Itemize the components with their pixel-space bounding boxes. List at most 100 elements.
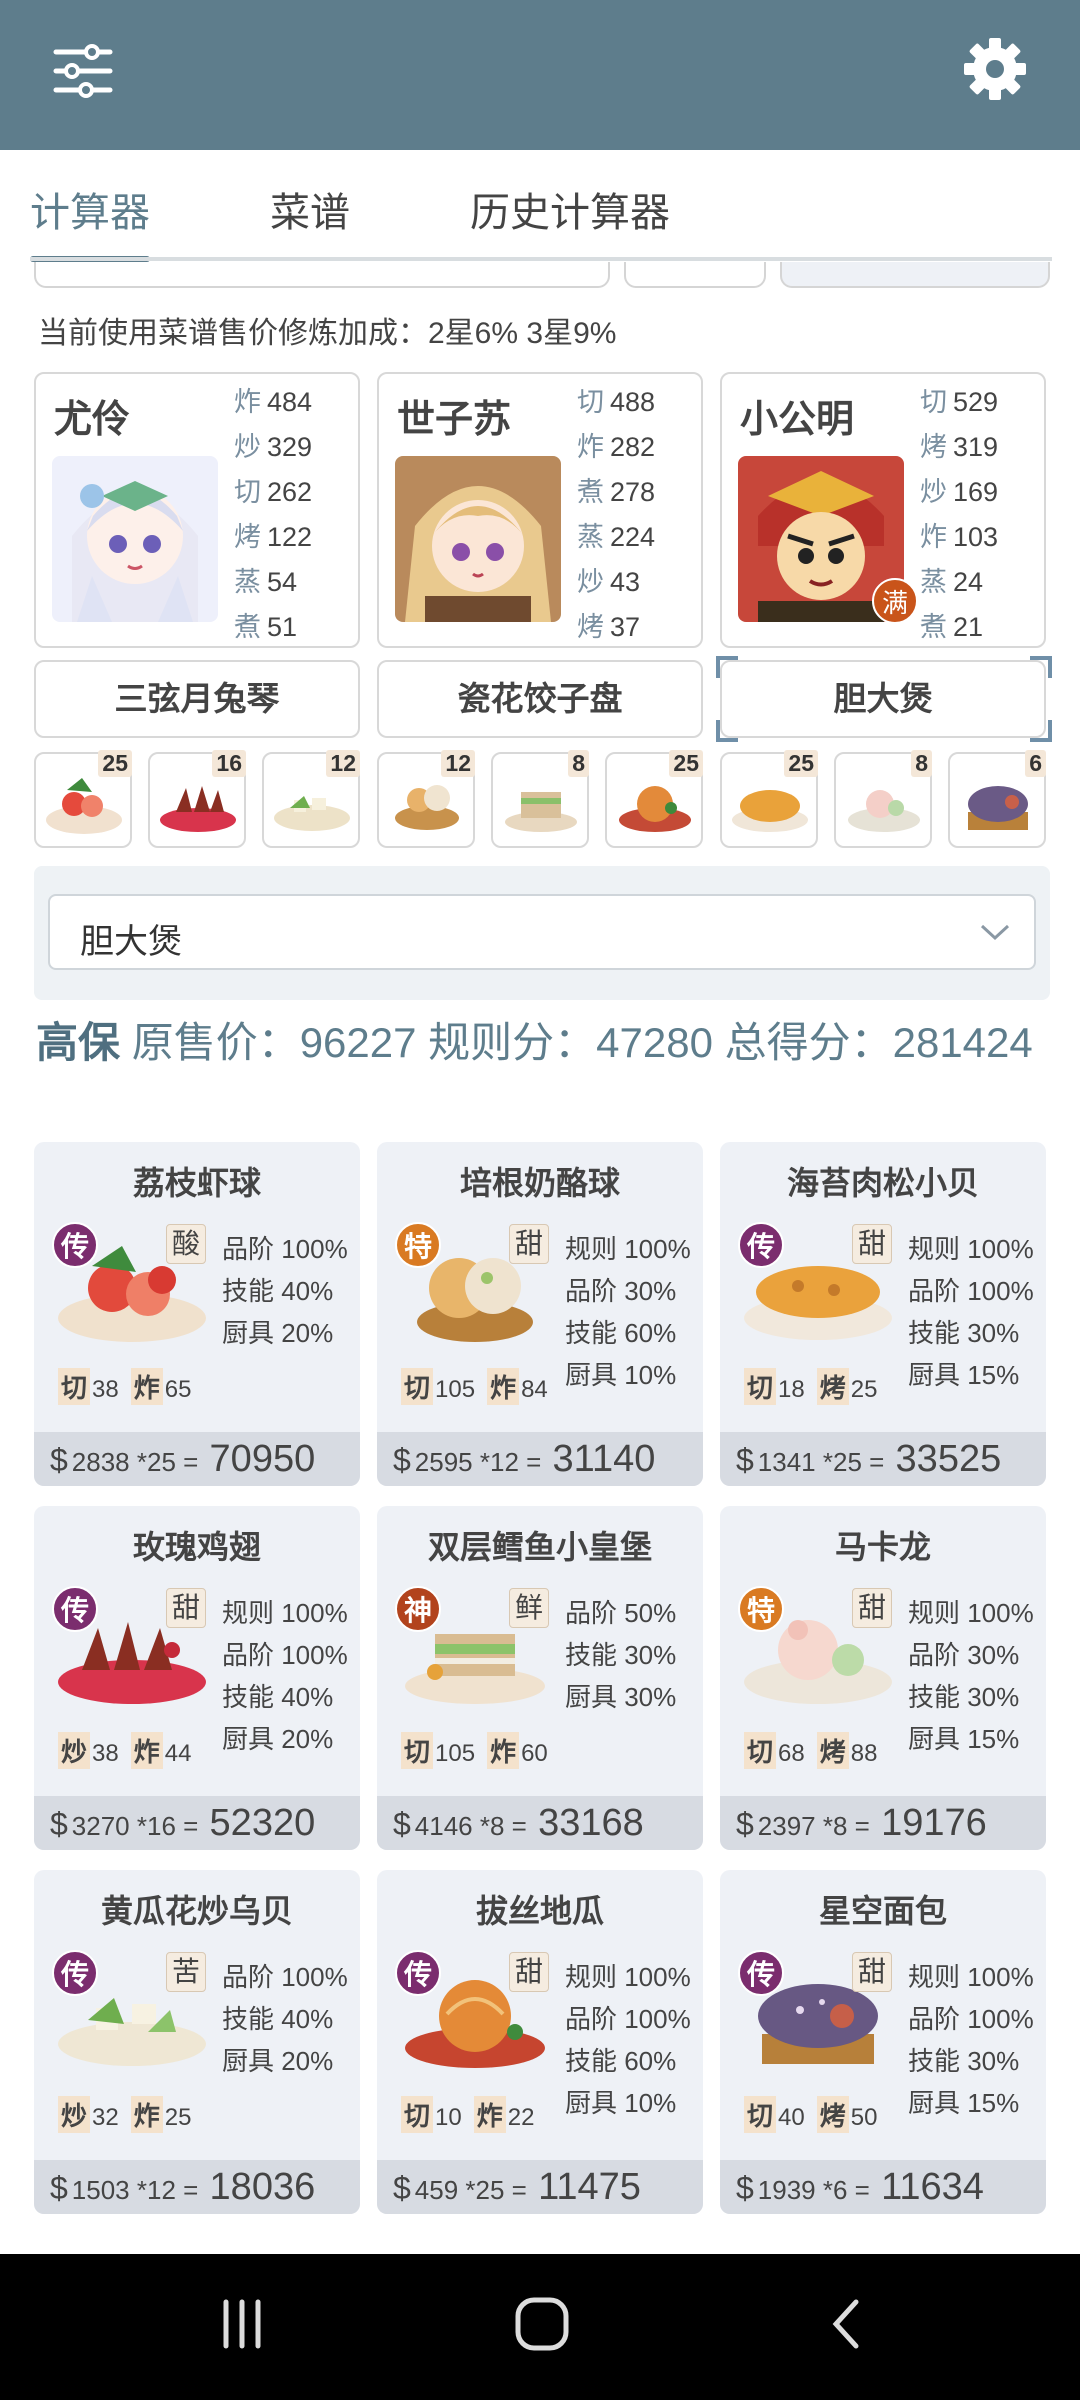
dollar-icon: $ [393, 2170, 411, 2206]
chef-stats: 切 488 炸 282 煮 278 蒸 224 炒 43 烤 37 [577, 380, 697, 650]
price-total: 18036 [209, 2166, 316, 2208]
chef-stat: 烤 122 [234, 522, 313, 552]
chef-name: 世子苏 [397, 399, 512, 441]
chef-stat: 切 488 [577, 387, 656, 417]
dish-thumb[interactable]: 6 [948, 750, 1046, 848]
chef-stat: 蒸 54 [234, 567, 298, 597]
chef-card[interactable]: 尤伶 炸 484 炒 329 切 262 烤 122 蒸 54 煮 51 [34, 372, 360, 648]
equipment-button-selected[interactable]: 胆大煲 [720, 660, 1046, 738]
recipe-title: 星空面包 [818, 1893, 947, 1929]
recipe-requirement: 厨具 10% [565, 1360, 677, 1390]
chef-stat: 蒸 24 [920, 567, 984, 597]
tab-bar: 计算器 菜谱 历史计算器 [0, 150, 1080, 262]
price-bar: $459 *25 = 11475 [377, 2160, 703, 2214]
skill-requirement: 炒 32 [58, 2096, 119, 2133]
recipe-requirement: 品阶 30% [565, 1276, 677, 1306]
recipe-requirement: 品阶 30% [908, 1640, 1020, 1670]
price-formula: 1341 *25 [757, 1447, 862, 1477]
price-total: 31140 [552, 1438, 656, 1480]
equipment-select[interactable]: 胆大煲 [48, 894, 1036, 970]
recipe-requirements: 规则 100% 品阶 30% 技能 60% 厨具 10% [565, 1228, 701, 1396]
recipe-requirement: 技能 30% [908, 1318, 1020, 1348]
chef-stat: 烤 319 [920, 432, 999, 462]
recipe-card[interactable]: 拔丝地瓜 传 甜 规则 100% 品阶 100% 技能 60% 厨具 10% 切 10 炸… [377, 1870, 703, 2214]
skill-requirement: 切 105 [401, 1732, 475, 1769]
equipment-button[interactable]: 三弦月兔琴 [34, 660, 360, 738]
chef-stats: 切 529 烤 319 炒 169 炸 103 蒸 24 煮 21 [920, 380, 1040, 650]
dollar-icon: $ [736, 1442, 754, 1478]
chef-card[interactable]: 世子苏 切 488 炸 282 煮 278 蒸 224 炒 43 烤 37 [377, 372, 703, 648]
selection-corner [1030, 656, 1052, 678]
recipe-title: 培根奶酪球 [459, 1165, 620, 1201]
chef-stat: 炸 484 [234, 387, 313, 417]
recipe-requirements: 品阶 100% 技能 40% 厨具 20% [222, 1956, 358, 2082]
chef-stat: 炸 103 [920, 522, 999, 552]
recipe-card[interactable]: 荔枝虾球 传 酸 品阶 100% 技能 40% 厨具 20% 切 38 炸 65 $283… [34, 1142, 360, 1486]
recipe-requirement: 规则 100% [908, 1962, 1034, 1992]
chef-card[interactable]: 小公明 满 切 529 烤 319 炒 169 炸 103 蒸 24 煮 21 [720, 372, 1046, 648]
dish-thumb[interactable]: 8 [834, 750, 932, 848]
tab-history-calculator[interactable]: 历史计算器 [470, 180, 670, 238]
gear-icon[interactable] [962, 36, 1028, 102]
dish-thumb[interactable]: 25 [720, 750, 818, 848]
chef-stat: 炒 169 [920, 477, 999, 507]
dish-thumb[interactable]: 25 [34, 750, 132, 848]
recipe-skills: 切 40 烤 50 [744, 2096, 889, 2133]
dish-count: 6 [1025, 750, 1046, 777]
recipe-requirement: 技能 40% [222, 2004, 334, 2034]
flavor-tag: 鲜 [509, 1588, 549, 1628]
recent-apps-icon[interactable] [218, 2296, 266, 2352]
recipe-card[interactable]: 双层鳕鱼小皇堡 神 鲜 品阶 50% 技能 30% 厨具 30% 切 105 炸 60 $… [377, 1506, 703, 1850]
rarity-badge: 传 [52, 1950, 98, 1996]
recipe-skills: 切 10 炸 22 [401, 2096, 546, 2133]
recipe-requirement: 规则 100% [565, 1234, 691, 1264]
skill-requirement: 炸 44 [130, 1732, 191, 1769]
dish-thumb[interactable]: 12 [262, 750, 360, 848]
recipe-requirement: 技能 40% [222, 1276, 334, 1306]
flavor-tag: 甜 [509, 1952, 549, 1992]
recipe-skills: 炒 38 炸 44 [58, 1732, 203, 1769]
dollar-icon: $ [393, 1442, 411, 1478]
recipe-card[interactable]: 玫瑰鸡翅 传 甜 规则 100% 品阶 100% 技能 40% 厨具 20% 炒 38 炸… [34, 1506, 360, 1850]
dollar-icon: $ [736, 1806, 754, 1842]
price-bar: $3270 *16 = 52320 [34, 1796, 360, 1850]
app-bar [0, 0, 1080, 150]
recipe-title: 拔丝地瓜 [475, 1893, 604, 1929]
recipe-card[interactable]: 黄瓜花炒乌贝 传 苦 品阶 100% 技能 40% 厨具 20% 炒 32 炸 25 $1… [34, 1870, 360, 2214]
tab-recipes[interactable]: 菜谱 [270, 180, 350, 238]
price-bar: $4146 *8 = 33168 [377, 1796, 703, 1850]
recipe-requirement: 技能 30% [908, 2046, 1020, 2076]
recipe-card[interactable]: 星空面包 传 甜 规则 100% 品阶 100% 技能 30% 厨具 15% 切 40 烤… [720, 1870, 1046, 2214]
guest-name: 高保 [36, 1019, 121, 1066]
recipe-requirements: 规则 100% 品阶 100% 技能 30% 厨具 15% [908, 1956, 1044, 2124]
chef-stat: 切 262 [234, 477, 313, 507]
recipe-requirement: 规则 100% [565, 1962, 691, 1992]
price-total: 52320 [209, 1802, 316, 1844]
recipe-requirement: 规则 100% [908, 1234, 1034, 1264]
recipe-requirement: 厨具 20% [222, 1318, 334, 1348]
price-formula: 4146 *8 [414, 1811, 505, 1841]
recipe-card[interactable]: 海苔肉松小贝 传 甜 规则 100% 品阶 100% 技能 30% 厨具 15% 切1… [720, 1142, 1046, 1486]
back-icon[interactable] [826, 2296, 866, 2352]
dish-thumb[interactable]: 12 [377, 750, 475, 848]
dish-thumb[interactable]: 8 [491, 750, 589, 848]
dish-thumb[interactable]: 16 [148, 750, 246, 848]
dish-thumb[interactable]: 25 [605, 750, 703, 848]
recipe-requirement: 厨具 30% [565, 1682, 677, 1712]
recipe-requirements: 规则 100% 品阶 30% 技能 30% 厨具 15% [908, 1592, 1044, 1760]
chef-stat: 炒 43 [577, 567, 641, 597]
recipe-card[interactable]: 马卡龙 特 甜 规则 100% 品阶 30% 技能 30% 厨具 15% 切 68 烤 88… [720, 1506, 1046, 1850]
flavor-tag: 甜 [852, 1224, 892, 1264]
equipment-button[interactable]: 瓷花饺子盘 [377, 660, 703, 738]
recipe-requirement: 规则 100% [222, 1598, 348, 1628]
flavor-tag: 甜 [852, 1588, 892, 1628]
sliders-icon[interactable] [52, 40, 114, 102]
recipe-title: 双层鳕鱼小皇堡 [427, 1529, 652, 1565]
price-formula: 1939 *6 [757, 2175, 848, 2205]
recipe-card[interactable]: 培根奶酪球 特 甜 规则 100% 品阶 30% 技能 60% 厨具 10% 切 105… [377, 1142, 703, 1486]
skill-requirement: 切 10 [401, 2096, 462, 2133]
tab-calculator[interactable]: 计算器 [30, 180, 150, 238]
recipe-requirement: 品阶 100% [222, 1640, 348, 1670]
home-icon[interactable] [514, 2296, 570, 2352]
chef-name: 小公明 [740, 399, 855, 441]
